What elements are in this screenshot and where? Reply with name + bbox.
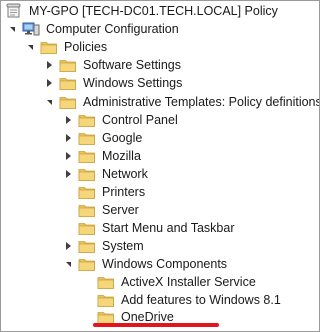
tree-item-label: Windows Settings bbox=[83, 76, 183, 90]
tree-item-control-panel[interactable]: Control Panel bbox=[63, 110, 178, 130]
tree-item-root[interactable]: MY-GPO [TECH-DC01.TECH.LOCAL] Policy bbox=[5, 1, 278, 21]
expand-toggle-icon[interactable] bbox=[7, 19, 17, 39]
toggle-spacer bbox=[82, 272, 92, 292]
tree-item-server[interactable]: Server bbox=[63, 200, 139, 220]
expand-toggle-icon[interactable] bbox=[63, 254, 73, 274]
folder-icon bbox=[78, 202, 96, 218]
tree-item-policies[interactable]: Policies bbox=[25, 37, 107, 57]
collapse-toggle-icon[interactable] bbox=[63, 128, 73, 148]
collapse-toggle-icon[interactable] bbox=[44, 73, 54, 93]
tree-item-label: ActiveX Installer Service bbox=[121, 275, 256, 289]
expand-toggle-icon[interactable] bbox=[44, 92, 54, 112]
folder-icon bbox=[78, 238, 96, 254]
tree-item-network[interactable]: Network bbox=[63, 164, 148, 184]
tree-item-software-settings[interactable]: Software Settings bbox=[44, 55, 181, 75]
folder-icon bbox=[78, 112, 96, 128]
tree-item-label: Software Settings bbox=[83, 58, 181, 72]
folder-icon bbox=[59, 57, 77, 73]
folder-icon bbox=[97, 274, 115, 290]
tree-panel: MY-GPO [TECH-DC01.TECH.LOCAL] Policy Com… bbox=[0, 0, 320, 332]
expand-toggle-icon[interactable] bbox=[25, 37, 35, 57]
folder-icon bbox=[78, 220, 96, 236]
toggle-spacer bbox=[82, 307, 92, 327]
tree-item-label: Start Menu and Taskbar bbox=[102, 221, 235, 235]
highlight-underline bbox=[93, 323, 219, 327]
collapse-toggle-icon[interactable] bbox=[44, 55, 54, 75]
tree-item-printers[interactable]: Printers bbox=[63, 182, 145, 202]
tree-item-label: Administrative Templates: Policy definit… bbox=[83, 95, 320, 109]
tree-item-label: Computer Configuration bbox=[46, 22, 179, 36]
folder-icon bbox=[78, 130, 96, 146]
tree-item-label: Mozilla bbox=[102, 149, 141, 163]
folder-icon bbox=[78, 256, 96, 272]
tree-item-system[interactable]: System bbox=[63, 236, 144, 256]
tree-item-label: MY-GPO [TECH-DC01.TECH.LOCAL] Policy bbox=[29, 4, 278, 18]
toggle-spacer bbox=[63, 200, 73, 220]
tree-item-label: Server bbox=[102, 203, 139, 217]
tree-item-label: Control Panel bbox=[102, 113, 178, 127]
folder-icon bbox=[78, 166, 96, 182]
toggle-spacer bbox=[63, 218, 73, 238]
computer-icon bbox=[22, 21, 40, 37]
folder-icon bbox=[59, 75, 77, 91]
tree-item-start-menu-and-taskbar[interactable]: Start Menu and Taskbar bbox=[63, 218, 234, 238]
tree-item-windows-components[interactable]: Windows Components bbox=[63, 254, 227, 274]
folder-icon bbox=[97, 292, 115, 308]
tree-item-label: Network bbox=[102, 167, 148, 181]
folder-icon bbox=[59, 94, 77, 110]
tree-item-label: Google bbox=[102, 131, 143, 145]
collapse-toggle-icon[interactable] bbox=[63, 146, 73, 166]
tree-item-google[interactable]: Google bbox=[63, 128, 142, 148]
tree-item-administrative-templates[interactable]: Administrative Templates: Policy definit… bbox=[44, 92, 320, 112]
toggle-spacer bbox=[63, 182, 73, 202]
tree-item-computer-configuration[interactable]: Computer Configuration bbox=[7, 19, 179, 39]
tree-item-mozilla[interactable]: Mozilla bbox=[63, 146, 141, 166]
collapse-toggle-icon[interactable] bbox=[63, 110, 73, 130]
folder-icon bbox=[78, 184, 96, 200]
collapse-toggle-icon[interactable] bbox=[63, 164, 73, 184]
tree-item-activex-installer-service[interactable]: ActiveX Installer Service bbox=[82, 272, 256, 292]
tree-item-windows-settings[interactable]: Windows Settings bbox=[44, 73, 182, 93]
tree-item-label: Printers bbox=[102, 185, 146, 199]
tree-item-label: Windows Components bbox=[102, 257, 228, 271]
tree-item-label: Policies bbox=[64, 40, 108, 54]
collapse-toggle-icon[interactable] bbox=[63, 236, 73, 256]
gpo-scroll-icon bbox=[5, 3, 23, 19]
folder-icon bbox=[40, 39, 58, 55]
folder-icon bbox=[78, 148, 96, 164]
tree-item-label: System bbox=[102, 239, 144, 253]
